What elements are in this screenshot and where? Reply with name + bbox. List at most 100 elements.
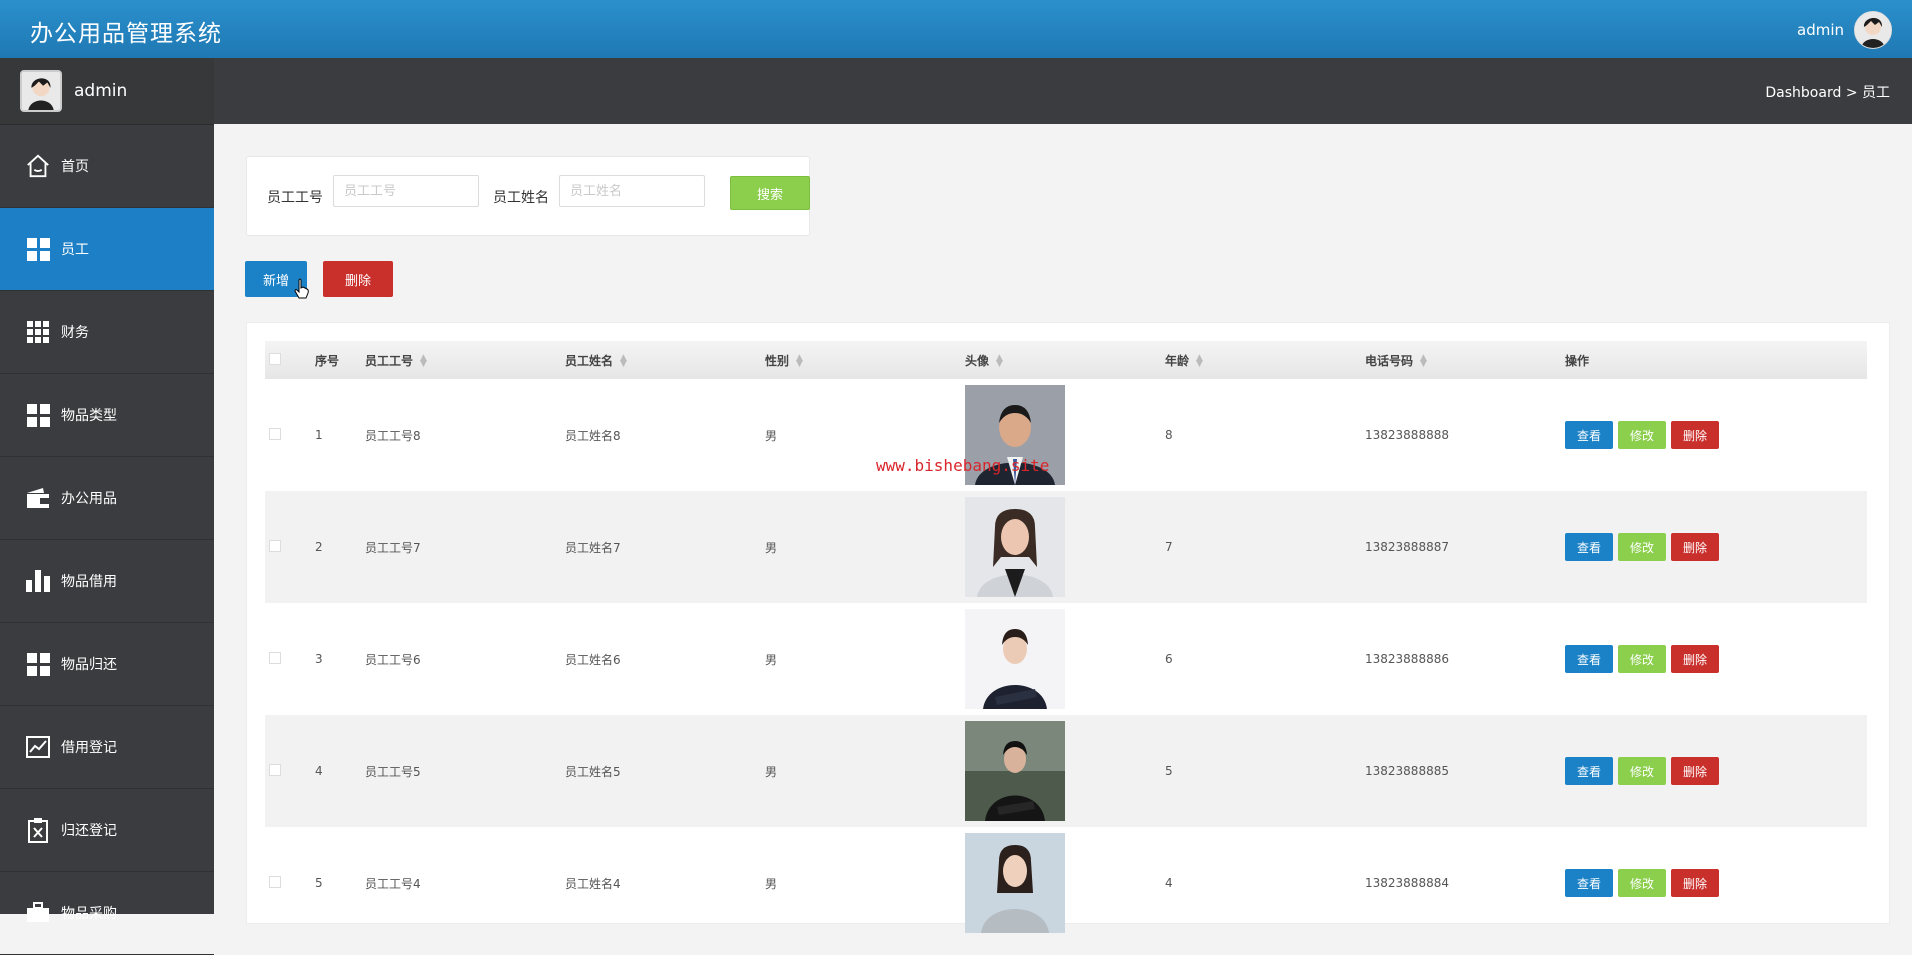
row-checkbox[interactable] <box>269 427 281 440</box>
edit-button[interactable]: 修改 <box>1618 645 1666 673</box>
search-panel: 员工工号 员工姓名 搜索 <box>246 156 810 236</box>
cell-gender: 男 <box>765 652 778 667</box>
sidebar-item-home[interactable]: 首页 <box>0 125 214 208</box>
sidebar-item-borrow-register[interactable]: 借用登记 <box>0 706 214 789</box>
employee-name-input[interactable] <box>559 175 705 207</box>
grid-icon <box>25 651 51 677</box>
cell-phone: 13823888888 <box>1365 428 1449 442</box>
cell-employee-id: 员工工号4 <box>365 876 421 891</box>
header-employee-id[interactable]: 员工工号 ▲ ▼ <box>365 341 565 379</box>
edit-button[interactable]: 修改 <box>1618 421 1666 449</box>
sidebar-item-return[interactable]: 物品归还 <box>0 623 214 706</box>
delete-button[interactable]: 删除 <box>1671 421 1719 449</box>
header-label: 头像 <box>965 353 990 368</box>
sort-icon[interactable]: ▲ ▼ <box>420 354 427 369</box>
sidebar-avatar <box>20 70 62 112</box>
sidebar-item-item-type[interactable]: 物品类型 <box>0 374 214 457</box>
cell-gender: 男 <box>765 540 778 555</box>
main-content: 员工工号 员工姓名 搜索 新增 删除 序号 员工工号▲▼ 员工姓名▲▼ 性别▲▼… <box>214 124 1912 933</box>
cell-age: 4 <box>1165 876 1173 890</box>
sidebar-item-office-supplies[interactable]: 办公用品 <box>0 457 214 540</box>
cell-ops: 查看 修改 删除 <box>1565 827 1867 939</box>
sidebar: admin 首页 员工 财务 物品类型 办公用品 物品借用 物品归还 借用登记 <box>0 58 214 955</box>
sidebar-item-label: 财务 <box>61 325 89 341</box>
sidebar-item-label: 首页 <box>61 159 89 175</box>
sidebar-item-finance[interactable]: 财务 <box>0 291 214 374</box>
sidebar-item-employee[interactable]: 员工 <box>0 208 214 291</box>
view-button[interactable]: 查看 <box>1565 645 1613 673</box>
delete-button[interactable]: 删除 <box>1671 645 1719 673</box>
header-gender[interactable]: 性别 ▲ ▼ <box>765 341 965 379</box>
cell-age: 6 <box>1165 652 1173 666</box>
sort-icon[interactable]: ▲ ▼ <box>996 354 1003 369</box>
employee-name-label: 员工姓名 <box>493 190 549 206</box>
sort-icon[interactable]: ▲ ▼ <box>1420 354 1427 369</box>
row-checkbox[interactable] <box>269 539 281 552</box>
edit-button[interactable]: 修改 <box>1618 869 1666 897</box>
table-row: 4 员工工号5 员工姓名5 男 5 13823888885 查看 修改 删除 <box>265 715 1867 827</box>
sidebar-item-label: 员工 <box>61 242 89 258</box>
cell-employee-id: 员工工号8 <box>365 428 421 443</box>
delete-button[interactable]: 删除 <box>1671 869 1719 897</box>
cell-employee-id: 员工工号7 <box>365 540 421 555</box>
hand-cursor-icon <box>294 278 309 299</box>
sidebar-item-label: 物品采购 <box>61 906 117 922</box>
grid-icon <box>25 402 51 428</box>
cell-ops: 查看 修改 删除 <box>1565 715 1867 827</box>
top-username: admin <box>1797 21 1844 39</box>
sidebar-item-label: 归还登记 <box>61 823 117 839</box>
table-row: 3 员工工号6 员工姓名6 男 6 13823888886 查看 修改 删除 <box>265 603 1867 715</box>
header-employee-name[interactable]: 员工姓名 ▲ ▼ <box>565 341 765 379</box>
row-checkbox[interactable] <box>269 875 281 888</box>
bulk-delete-button[interactable]: 删除 <box>323 261 393 297</box>
bar-chart-icon <box>25 568 51 594</box>
view-button[interactable]: 查看 <box>1565 533 1613 561</box>
employee-id-label: 员工工号 <box>267 190 323 206</box>
search-button[interactable]: 搜索 <box>730 176 810 210</box>
employee-photo <box>965 721 1065 821</box>
cell-employee-name: 员工姓名8 <box>565 428 621 443</box>
employee-table: 序号 员工工号 ▲ ▼ 员工姓名 ▲ ▼ 性别 ▲ ▼ 头像 ▲ ▼ 年龄 ▲ ▼ 电话号码 ▲ ▼ 操… <box>265 341 1867 939</box>
breadcrumb-root[interactable]: Dashboard <box>1765 85 1841 101</box>
employee-id-input[interactable] <box>333 175 479 207</box>
cell-index: 1 <box>315 428 323 442</box>
cell-age: 7 <box>1165 540 1173 554</box>
delete-button[interactable]: 删除 <box>1671 533 1719 561</box>
sidebar-username: admin <box>74 81 128 101</box>
cell-gender: 男 <box>765 876 778 891</box>
sort-icon[interactable]: ▲ ▼ <box>1196 354 1203 369</box>
view-button[interactable]: 查看 <box>1565 421 1613 449</box>
table-row: 2 员工工号7 员工姓名7 男 7 13823888887 查看 修改 删除 <box>265 491 1867 603</box>
view-button[interactable]: 查看 <box>1565 757 1613 785</box>
clipboard-x-icon <box>25 817 51 843</box>
sidebar-item-return-register[interactable]: 归还登记 <box>0 789 214 872</box>
cell-age: 8 <box>1165 428 1173 442</box>
watermark-text: www.bishebang.site <box>876 456 1050 475</box>
cell-ops: 查看 修改 删除 <box>1565 603 1867 715</box>
header-label: 性别 <box>765 353 790 368</box>
header-avatar[interactable]: 头像 ▲ ▼ <box>965 341 1165 379</box>
header-age[interactable]: 年龄 ▲ ▼ <box>1165 341 1365 379</box>
cell-age: 5 <box>1165 764 1173 778</box>
employee-photo <box>965 833 1065 933</box>
select-all-checkbox[interactable] <box>269 352 281 365</box>
view-button[interactable]: 查看 <box>1565 869 1613 897</box>
row-checkbox[interactable] <box>269 651 281 664</box>
app-title: 办公用品管理系统 <box>30 21 222 47</box>
user-avatar[interactable] <box>1854 11 1892 49</box>
cell-employee-name: 员工姓名4 <box>565 876 621 891</box>
edit-button[interactable]: 修改 <box>1618 533 1666 561</box>
row-checkbox[interactable] <box>269 763 281 776</box>
sort-icon[interactable]: ▲ ▼ <box>796 354 803 369</box>
edit-button[interactable]: 修改 <box>1618 757 1666 785</box>
table-header: 序号 员工工号 ▲ ▼ 员工姓名 ▲ ▼ 性别 ▲ ▼ 头像 ▲ ▼ 年龄 ▲ ▼ 电话号码 ▲ ▼ 操… <box>265 341 1867 379</box>
delete-button[interactable]: 删除 <box>1671 757 1719 785</box>
cell-phone: 13823888885 <box>1365 764 1449 778</box>
cell-phone: 13823888884 <box>1365 876 1449 890</box>
wallet-icon <box>25 485 51 511</box>
cell-employee-name: 员工姓名7 <box>565 540 621 555</box>
sort-icon[interactable]: ▲ ▼ <box>620 354 627 369</box>
sidebar-item-borrow[interactable]: 物品借用 <box>0 540 214 623</box>
top-user-menu[interactable]: admin <box>1797 11 1892 49</box>
header-phone[interactable]: 电话号码 ▲ ▼ <box>1365 341 1565 379</box>
